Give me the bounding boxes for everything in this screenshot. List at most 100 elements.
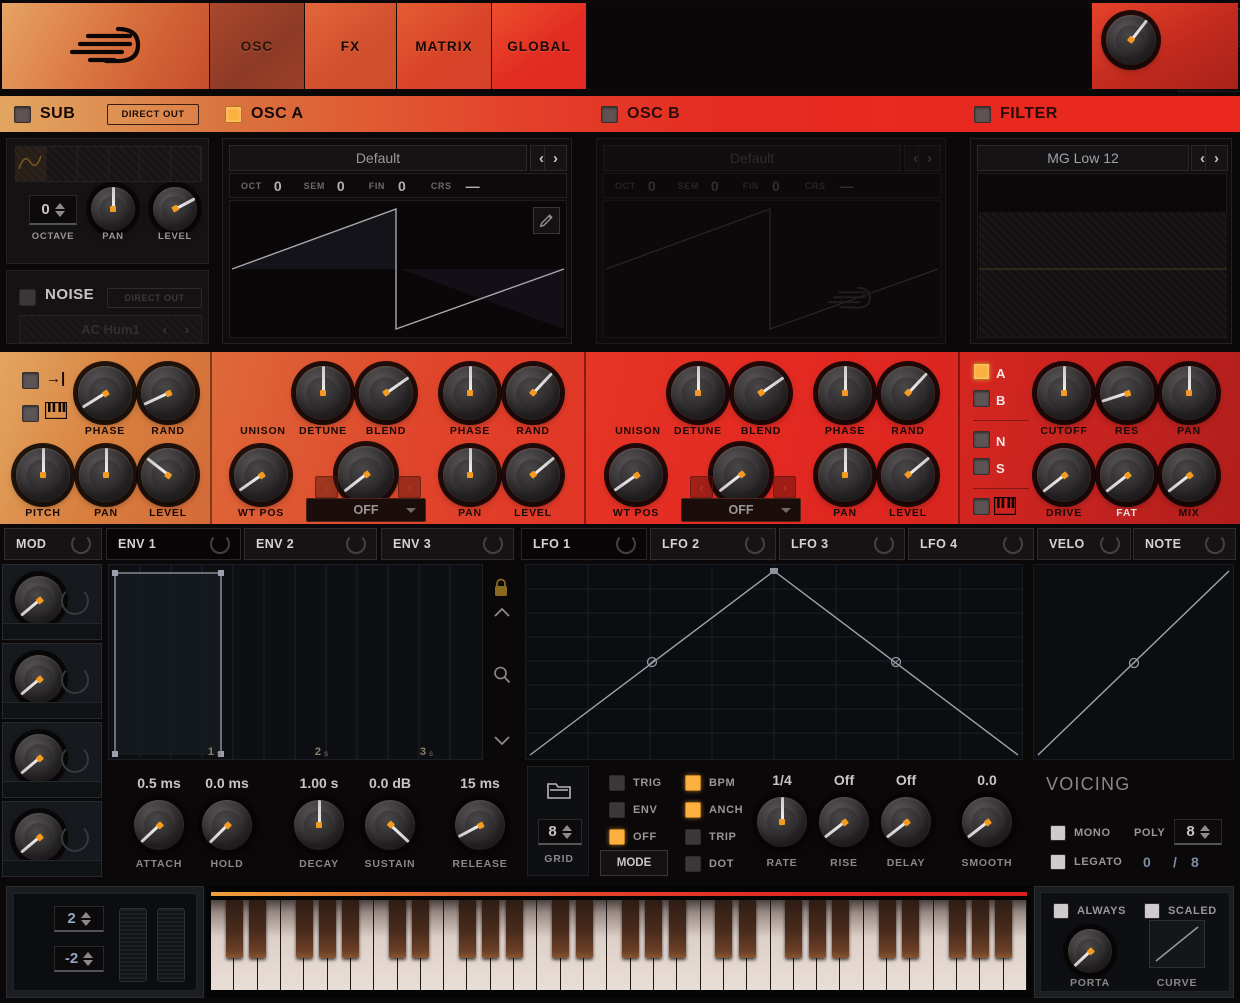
osc-b-blend-knob[interactable] <box>734 366 788 420</box>
osc-a-phase-knob[interactable] <box>443 366 497 420</box>
sub-level-knob[interactable] <box>153 187 197 231</box>
black-key[interactable] <box>972 900 989 958</box>
black-key[interactable] <box>645 900 662 958</box>
lfo-bpm-row[interactable]: BPM <box>685 775 735 791</box>
envelope-lock-button[interactable] <box>493 578 509 602</box>
filter-type-next[interactable]: › <box>1205 145 1228 171</box>
osc-a-wavetable-display[interactable] <box>229 200 567 338</box>
lfo-dot-row[interactable]: DOT <box>685 856 734 872</box>
envelope-zoom-button[interactable] <box>492 665 512 690</box>
filter-route-n-checkbox[interactable] <box>973 431 990 448</box>
osc-b-enable-checkbox[interactable] <box>601 106 618 123</box>
envelope-graph[interactable]: 1 s 2 s 3 s <box>108 564 483 760</box>
tab-lfo-4[interactable]: LFO 4 <box>908 528 1034 560</box>
lfo-trip-row[interactable]: TRIP <box>685 829 736 845</box>
lfo-mode-button[interactable]: MODE <box>600 850 668 876</box>
envelope-scroll-down-button[interactable] <box>492 733 512 752</box>
scaled-row[interactable]: SCALED <box>1144 903 1217 919</box>
mod-slot-1[interactable] <box>2 564 102 640</box>
always-row[interactable]: ALWAYS <box>1053 903 1126 919</box>
master-knob[interactable] <box>1106 15 1156 65</box>
decay-knob[interactable] <box>294 800 344 850</box>
sub-level-knob-2[interactable] <box>141 448 195 502</box>
filter-route-s-checkbox[interactable] <box>973 458 990 475</box>
sub-enable-group[interactable]: SUB <box>14 96 75 132</box>
porta-curve-display[interactable] <box>1149 920 1205 968</box>
lfo-folder-button[interactable] <box>546 779 572 806</box>
black-key[interactable] <box>249 900 266 958</box>
osc-b-wtmod-next[interactable]: › <box>773 476 796 498</box>
black-key[interactable] <box>902 900 919 958</box>
black-key[interactable] <box>459 900 476 958</box>
tab-lfo-3[interactable]: LFO 3 <box>779 528 905 560</box>
lfo-trip-checkbox[interactable] <box>685 829 701 845</box>
tab-env-2[interactable]: ENV 2 <box>244 528 377 560</box>
lfo-off-checkbox[interactable] <box>609 829 625 845</box>
velocity-graph[interactable] <box>1033 564 1234 760</box>
osc-b-wtmod-selector[interactable]: OFF <box>681 498 801 522</box>
osc-a-level-knob[interactable] <box>506 448 560 502</box>
lfo-off-row[interactable]: OFF <box>609 829 657 845</box>
legato-checkbox[interactable] <box>1050 854 1066 870</box>
mono-checkbox[interactable] <box>1050 825 1066 841</box>
keyboard[interactable] <box>207 886 1031 998</box>
tab-global[interactable]: GLOBAL <box>492 3 587 89</box>
mod-wheel[interactable] <box>157 908 185 982</box>
tab-fx[interactable]: FX <box>305 3 397 89</box>
always-checkbox[interactable] <box>1053 903 1069 919</box>
lfo-bpm-checkbox[interactable] <box>685 775 701 791</box>
noise-preset-selector[interactable]: AC Hum1 ‹ › <box>19 315 202 343</box>
mono-row[interactable]: MONO <box>1050 825 1111 841</box>
osc-b-pan-knob[interactable] <box>818 448 872 502</box>
mod-slot-1-knob[interactable] <box>15 576 63 624</box>
chevron-right-icon[interactable]: › <box>185 322 189 337</box>
lfo-anch-row[interactable]: ANCH <box>685 802 743 818</box>
osc-a-wtmod-selector[interactable]: OFF <box>306 498 426 522</box>
lfo-env-row[interactable]: ENV <box>609 802 657 818</box>
mod-slot-3[interactable] <box>2 722 102 798</box>
black-key[interactable] <box>832 900 849 958</box>
keyboard-velocity-strip[interactable] <box>211 892 1027 896</box>
porta-knob[interactable] <box>1068 929 1112 973</box>
black-key[interactable] <box>342 900 359 958</box>
osc-a-wavetable-selector[interactable]: Default <box>229 145 527 171</box>
osc-a-rand-knob[interactable] <box>506 366 560 420</box>
release-knob[interactable] <box>455 800 505 850</box>
filter-route-b-checkbox[interactable] <box>973 390 990 407</box>
black-key[interactable] <box>506 900 523 958</box>
synth-logo[interactable] <box>2 3 210 89</box>
osc-b-phase-knob[interactable] <box>818 366 872 420</box>
osc-b-rand-knob[interactable] <box>881 366 935 420</box>
sub-phase-knob[interactable] <box>78 366 132 420</box>
osc-b-crs-value[interactable]: — <box>840 178 854 194</box>
filter-mix-knob[interactable] <box>1162 448 1216 502</box>
tab-mod[interactable]: MOD <box>4 528 102 560</box>
osc-b-wtpos-knob[interactable] <box>609 448 663 502</box>
sub-wave-square[interactable] <box>109 147 140 181</box>
sub-direct-out-button[interactable]: DIRECT OUT <box>107 96 199 132</box>
sub-wave-selector[interactable] <box>15 146 201 182</box>
filter-enable-group[interactable]: FILTER <box>974 96 1058 132</box>
tab-lfo-1[interactable]: LFO 1 <box>521 528 647 560</box>
osc-a-pan-knob[interactable] <box>443 448 497 502</box>
black-key[interactable] <box>879 900 896 958</box>
tab-osc[interactable]: OSC <box>210 3 305 89</box>
black-key[interactable] <box>669 900 686 958</box>
sub-rand-knob[interactable] <box>141 366 195 420</box>
filter-cutoff-knob[interactable] <box>1037 366 1091 420</box>
lfo-dot-checkbox[interactable] <box>685 856 701 872</box>
sub-snap-checkbox[interactable] <box>22 372 39 389</box>
osc-a-edit-button[interactable] <box>533 207 560 234</box>
noise-enable-checkbox[interactable] <box>19 289 36 306</box>
osc-b-wtmod-prev[interactable]: ‹ <box>690 476 713 498</box>
black-key[interactable] <box>785 900 802 958</box>
sub-pitch-knob[interactable] <box>16 448 70 502</box>
black-key[interactable] <box>482 900 499 958</box>
black-key[interactable] <box>949 900 966 958</box>
black-key[interactable] <box>389 900 406 958</box>
black-key[interactable] <box>739 900 756 958</box>
osc-b-wavetable-selector[interactable]: Default <box>603 145 901 171</box>
sub-pan-knob[interactable] <box>91 187 135 231</box>
lfo-anch-checkbox[interactable] <box>685 802 701 818</box>
pitch-bend-wheel[interactable] <box>119 908 147 982</box>
